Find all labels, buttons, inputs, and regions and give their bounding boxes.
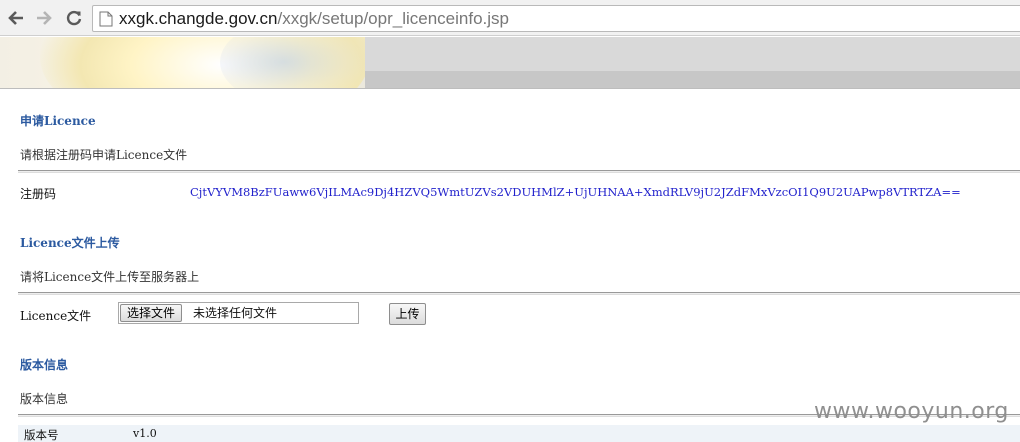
licence-file-input[interactable]: 选择文件 未选择任何文件 (118, 302, 359, 324)
url-host: xxgk.changde.gov.cn (119, 9, 278, 28)
forward-button[interactable] (32, 6, 56, 30)
divider (18, 170, 1020, 173)
apply-licence-heading: 申请Licence (20, 114, 96, 128)
banner-gray-band (365, 37, 1020, 71)
upload-button[interactable]: 上传 (389, 303, 426, 325)
address-bar[interactable]: xxgk.changde.gov.cn/xxgk/setup/opr_licen… (92, 5, 1020, 32)
reload-button[interactable] (62, 6, 86, 30)
arrow-right-icon (37, 11, 52, 25)
version-value: v1.0 (133, 427, 157, 440)
version-info-heading: 版本信息 (20, 358, 69, 372)
watermark: www.wooyun.org (814, 399, 1009, 424)
reg-code-label: 注册码 (20, 187, 57, 201)
file-status-text: 未选择任何文件 (193, 306, 278, 320)
upload-licence-heading: Licence文件上传 (20, 236, 120, 250)
version-label: 版本号 (24, 428, 59, 442)
apply-licence-description: 请根据注册码申请Licence文件 (20, 148, 188, 162)
choose-file-button[interactable]: 选择文件 (120, 304, 183, 322)
reg-code-value: CjtVYVM8BzFUaww6VjILMAc9Dj4HZVQ5WmtUZVs2… (190, 185, 961, 199)
licence-file-label: Licence文件 (20, 309, 92, 323)
page-icon (99, 11, 113, 27)
divider (18, 292, 1020, 295)
version-info-description: 版本信息 (20, 392, 69, 406)
back-button[interactable] (4, 6, 28, 30)
banner-dark-band (365, 71, 1020, 88)
reload-icon (66, 10, 82, 26)
version-row: 版本号 v1.0 (18, 425, 1020, 442)
browser-toolbar: xxgk.changde.gov.cn/xxgk/setup/opr_licen… (0, 0, 1020, 36)
banner-decoration-glow (220, 37, 380, 88)
url-text: xxgk.changde.gov.cn/xxgk/setup/opr_licen… (119, 9, 509, 29)
url-path: /xxgk/setup/opr_licenceinfo.jsp (277, 9, 509, 28)
header-banner (0, 37, 1020, 89)
arrow-left-icon (8, 11, 23, 25)
upload-licence-description: 请将Licence文件上传至服务器上 (20, 270, 200, 284)
